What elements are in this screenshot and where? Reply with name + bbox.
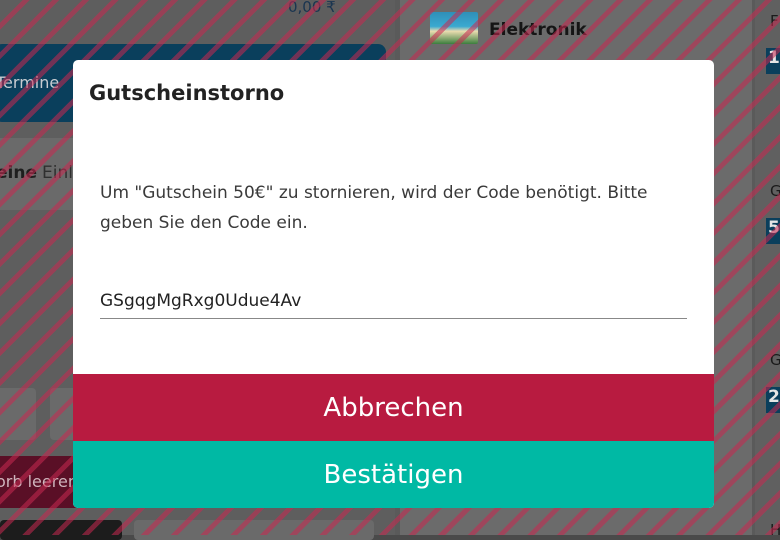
clear-cart-label: orb leeren	[0, 472, 78, 491]
category-label[interactable]: Elektronik	[489, 20, 587, 40]
footer-button[interactable]	[0, 520, 122, 540]
dialog-message: Um "Gutschein 50€" zu stornieren, wird d…	[100, 183, 648, 233]
tab-einl[interactable]: Einl	[42, 163, 73, 183]
voucher-code-input[interactable]	[100, 284, 687, 319]
quantity-box[interactable]	[0, 388, 36, 440]
cancel-button[interactable]: Abbrechen	[73, 374, 714, 441]
termine-label: Termine	[0, 73, 60, 92]
confirm-button[interactable]: Bestätigen	[73, 441, 714, 508]
right-badge: 2	[766, 387, 780, 413]
right-label: G	[770, 182, 780, 200]
dialog-title: Gutscheinstorno	[89, 81, 285, 105]
category-image	[430, 12, 478, 44]
right-badge: 5	[766, 218, 780, 244]
footer-bar	[134, 520, 374, 540]
right-label: H	[770, 521, 780, 539]
tab-eine[interactable]: eine	[0, 163, 37, 183]
right-badge: 1	[766, 48, 780, 74]
right-panel	[755, 0, 780, 535]
right-label: G	[770, 351, 780, 369]
right-label: F	[770, 12, 779, 30]
voucher-cancel-dialog: Gutscheinstorno Um "Gutschein 50€" zu st…	[73, 60, 714, 508]
cart-total: 0,00 ₹	[288, 0, 336, 16]
